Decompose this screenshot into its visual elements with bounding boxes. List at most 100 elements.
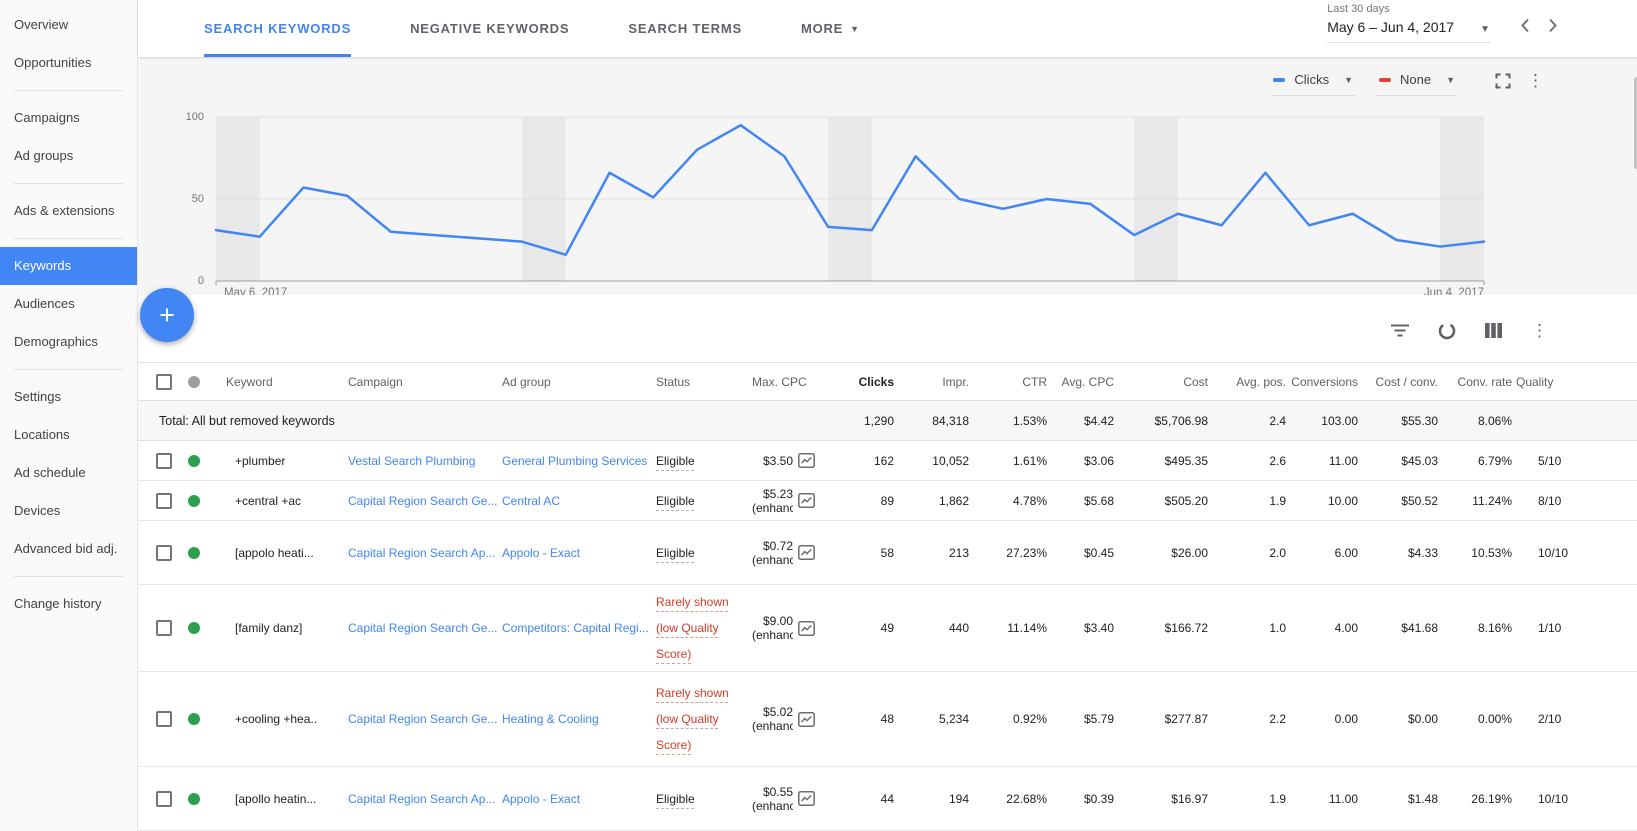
column-header-keyword[interactable]: Keyword xyxy=(224,362,346,401)
date-range-dropdown[interactable]: Last 30 days May 6 – Jun 4, 2017 ▼ xyxy=(1327,3,1490,43)
y-axis-tick-100: 100 xyxy=(185,111,204,123)
row-checkbox[interactable] xyxy=(156,452,172,469)
column-header-campaign[interactable]: Campaign xyxy=(346,362,500,401)
status-text[interactable]: Eligible xyxy=(656,546,695,560)
tab-more[interactable]: MORE ▼ xyxy=(801,0,860,57)
campaign-link[interactable]: Capital Region Search Ge... xyxy=(348,494,497,508)
ad-group-link[interactable]: Central AC xyxy=(502,494,560,508)
enabled-status-dot[interactable] xyxy=(188,454,200,467)
campaign-link[interactable]: Vestal Search Plumbing xyxy=(348,454,475,468)
sidebar-item-locations[interactable]: Locations xyxy=(0,416,137,454)
column-header-quality[interactable]: Quality xyxy=(1514,362,1637,401)
edit-bid-icon[interactable] xyxy=(798,453,815,468)
tab-search-keywords[interactable]: SEARCH KEYWORDS xyxy=(204,0,352,57)
impr-cell: 10,052 xyxy=(932,453,969,468)
column-header-clicks[interactable]: Clicks xyxy=(830,362,896,401)
status-text[interactable]: Eligible xyxy=(656,494,695,508)
cost-cell: $505.20 xyxy=(1164,493,1208,508)
enabled-status-dot[interactable] xyxy=(188,622,200,634)
edit-bid-icon[interactable] xyxy=(798,620,815,636)
column-header-conv-rate[interactable]: Conv. rate xyxy=(1440,362,1514,401)
status-text[interactable]: Rarely shown (low Quality Score) xyxy=(656,686,729,752)
status-text[interactable]: Eligible xyxy=(656,454,695,468)
sidebar-item-ads-extensions[interactable]: Ads & extensions xyxy=(0,192,137,230)
sidebar-item-change-history[interactable]: Change history xyxy=(0,585,137,623)
conversions-cell: 11.00 xyxy=(1328,453,1358,468)
ad-group-link[interactable]: Competitors: Capital Regi... xyxy=(502,621,649,635)
column-header-ctr[interactable]: CTR xyxy=(971,362,1049,401)
edit-bid-icon[interactable] xyxy=(798,493,815,508)
row-checkbox[interactable] xyxy=(156,544,172,561)
sidebar-item-ad-groups[interactable]: Ad groups xyxy=(0,137,137,175)
chart-more-options-icon[interactable]: ⋮ xyxy=(1527,72,1544,89)
impr-cell: 440 xyxy=(948,621,969,635)
keyword-row-plumber: +plumber Vestal Search Plumbing General Pl… xyxy=(138,440,1637,481)
tab-negative-keywords[interactable]: NEGATIVE KEYWORDS xyxy=(410,0,569,57)
table-header-row: Keyword Campaign Ad group Status Max. CPC Cli… xyxy=(138,362,1637,401)
avg-cpc-cell: $5.79 xyxy=(1083,712,1114,726)
campaign-link[interactable]: Capital Region Search Ge... xyxy=(348,712,497,726)
sidebar-item-audiences[interactable]: Audiences xyxy=(0,285,137,323)
sidebar-item-demographics[interactable]: Demographics xyxy=(0,323,137,361)
edit-bid-icon[interactable] xyxy=(798,711,815,727)
ad-group-link[interactable]: General Plumbing Services xyxy=(502,454,647,468)
sidebar-item-ad-schedule[interactable]: Ad schedule xyxy=(0,454,137,492)
segment-icon[interactable] xyxy=(1438,322,1456,340)
sidebar-item-settings[interactable]: Settings xyxy=(0,378,137,416)
campaign-link[interactable]: Capital Region Search Ap... xyxy=(348,792,495,806)
date-range-value[interactable]: May 6 – Jun 4, 2017 ▼ xyxy=(1327,19,1490,35)
avg-cpc-cell: $5.68 xyxy=(1083,493,1114,508)
column-header-status[interactable]: Status xyxy=(654,362,750,401)
select-all-checkbox[interactable] xyxy=(156,373,172,390)
status-text[interactable]: Eligible xyxy=(656,792,695,806)
ad-group-link[interactable]: Heating & Cooling xyxy=(502,712,599,726)
sidebar-item-keywords[interactable]: Keywords xyxy=(0,247,137,285)
column-header-avg-cpc[interactable]: Avg. CPC xyxy=(1049,362,1116,401)
column-header-cost[interactable]: Cost xyxy=(1116,362,1210,401)
date-range-picker: Last 30 days May 6 – Jun 4, 2017 ▼ xyxy=(1327,3,1558,43)
previous-date-range-button[interactable] xyxy=(1520,18,1530,33)
column-header-conversions[interactable]: Conversions xyxy=(1288,362,1360,401)
enabled-status-dot[interactable] xyxy=(188,494,200,507)
sidebar-item-campaigns[interactable]: Campaigns xyxy=(0,99,137,137)
column-header-ad-group[interactable]: Ad group xyxy=(500,362,654,401)
campaign-link[interactable]: Capital Region Search Ap... xyxy=(348,546,495,560)
max-cpc-value: $3.50 xyxy=(762,453,793,468)
sidebar-item-advanced-bid-adj[interactable]: Advanced bid adj. xyxy=(0,530,137,568)
edit-bid-icon[interactable] xyxy=(798,791,815,806)
column-header-impr[interactable]: Impr. xyxy=(896,362,971,401)
columns-icon[interactable] xyxy=(1485,323,1502,339)
row-checkbox[interactable] xyxy=(156,790,172,807)
tab-label: SEARCH KEYWORDS xyxy=(204,21,352,36)
clicks-line-chart[interactable] xyxy=(208,112,1500,302)
cost-cell: $166.72 xyxy=(1164,621,1208,635)
add-keyword-button[interactable]: + xyxy=(140,288,194,342)
ad-group-link[interactable]: Appolo - Exact xyxy=(502,792,580,806)
sidebar-item-opportunities[interactable]: Opportunities xyxy=(0,44,137,82)
row-checkbox[interactable] xyxy=(156,620,172,636)
chart-metric1-dropdown[interactable]: Clicks ▼ xyxy=(1271,66,1355,96)
filter-icon[interactable] xyxy=(1391,324,1409,337)
sidebar-item-devices[interactable]: Devices xyxy=(0,492,137,530)
cost-conv-cell: $4.33 xyxy=(1407,545,1438,560)
next-date-range-button[interactable] xyxy=(1548,18,1558,33)
tab-search-terms[interactable]: SEARCH TERMS xyxy=(628,0,742,57)
enabled-status-dot[interactable] xyxy=(188,546,200,559)
column-header-cost-conv[interactable]: Cost / conv. xyxy=(1360,362,1440,401)
status-text[interactable]: Rarely shown (low Quality Score) xyxy=(656,595,729,661)
metric2-label: None xyxy=(1400,72,1432,87)
enabled-status-dot[interactable] xyxy=(188,713,200,725)
sidebar-item-overview[interactable]: Overview xyxy=(0,6,137,44)
edit-bid-icon[interactable] xyxy=(798,545,815,560)
chart-metric2-dropdown[interactable]: None ▼ xyxy=(1377,66,1457,96)
campaign-link[interactable]: Capital Region Search Ge... xyxy=(348,621,497,635)
table-more-options-icon[interactable]: ⋮ xyxy=(1531,322,1548,339)
row-checkbox[interactable] xyxy=(156,492,172,509)
column-header-avg-pos[interactable]: Avg. pos. xyxy=(1210,362,1288,401)
ad-group-link[interactable]: Appolo - Exact xyxy=(502,546,580,560)
fullscreen-icon[interactable] xyxy=(1495,73,1511,89)
column-header-max-cpc[interactable]: Max. CPC xyxy=(750,362,830,401)
avg-pos-cell: 1.9 xyxy=(1269,791,1286,806)
row-checkbox[interactable] xyxy=(156,711,172,727)
enabled-status-dot[interactable] xyxy=(188,792,200,805)
